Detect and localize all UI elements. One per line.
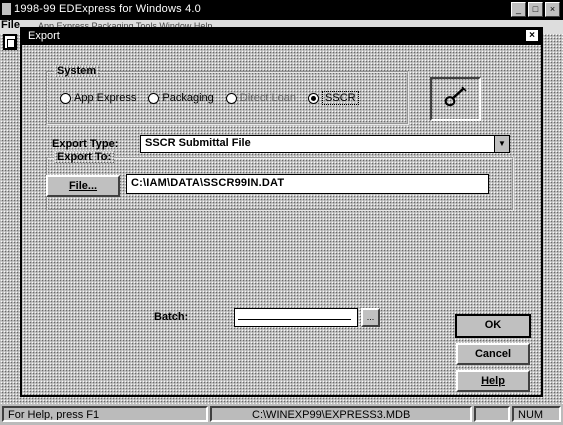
status-db-path: C:\WINEXP99\EXPRESS3.MDB xyxy=(210,406,472,422)
batch-underline xyxy=(238,319,351,320)
export-path-value: C:\IAM\DATA\SSCR99IN.DAT xyxy=(131,177,285,189)
cancel-button[interactable]: Cancel xyxy=(456,343,530,365)
export-type-label: Export Type: xyxy=(52,138,119,150)
logo-box xyxy=(430,77,481,121)
export-path-field[interactable]: C:\IAM\DATA\SSCR99IN.DAT xyxy=(126,174,489,194)
export-type-select[interactable]: SSCR Submittal File ▼ xyxy=(140,135,510,153)
radio-packaging[interactable]: Packaging xyxy=(148,91,214,105)
help-button[interactable]: Help xyxy=(456,370,530,392)
menu-file[interactable]: File xyxy=(1,19,20,31)
radio-label: SSCR xyxy=(322,91,359,105)
system-radio-group: App Express Packaging Direct Loan SSCR xyxy=(60,91,359,105)
file-button-label: File... xyxy=(68,180,98,192)
app-title: 1998-99 EDExpress for Windows 4.0 xyxy=(14,3,201,15)
file-button[interactable]: File... xyxy=(46,175,120,197)
close-icon[interactable]: × xyxy=(526,30,538,41)
radio-button-selected[interactable] xyxy=(308,92,320,104)
chevron-down-icon[interactable]: ▼ xyxy=(494,136,509,152)
statusbar: For Help, press F1 C:\WINEXP99\EXPRESS3.… xyxy=(0,404,563,425)
batch-browse-button[interactable]: ... xyxy=(361,308,380,327)
ssc-pen-icon xyxy=(444,86,467,107)
system-group: System App Express Packaging Direct Loan… xyxy=(46,65,409,125)
document-icon[interactable] xyxy=(3,34,17,50)
system-group-legend: System xyxy=(54,65,99,77)
radio-label: Packaging xyxy=(162,92,214,104)
status-help-text: For Help, press F1 xyxy=(2,406,208,422)
radio-sscr[interactable]: SSCR xyxy=(308,91,359,105)
app-titlebar[interactable]: 1998-99 EDExpress for Windows 4.0 _ □ × xyxy=(0,0,563,20)
radio-label: App Express xyxy=(74,92,137,104)
radio-button[interactable] xyxy=(60,92,71,104)
radio-button[interactable] xyxy=(225,92,237,104)
radio-button[interactable] xyxy=(148,92,160,104)
help-button-label: Help xyxy=(481,375,505,387)
export-dialog: Export × System App Express Packaging Di… xyxy=(20,27,543,397)
maximize-icon[interactable]: □ xyxy=(528,2,543,17)
caption-buttons: _ □ × xyxy=(511,2,560,17)
status-blank-pane xyxy=(474,406,510,422)
export-type-value: SSCR Submittal File xyxy=(145,137,251,149)
batch-label: Batch: xyxy=(154,311,189,323)
minimize-icon[interactable]: _ xyxy=(511,2,526,17)
app-window: 1998-99 EDExpress for Windows 4.0 _ □ × … xyxy=(0,0,563,425)
radio-app-express[interactable]: App Express xyxy=(60,91,136,105)
radio-label: Direct Loan xyxy=(239,92,297,104)
status-num-indicator: NUM xyxy=(512,406,561,422)
system-menu-icon[interactable] xyxy=(2,3,11,15)
export-to-legend: Export To: xyxy=(54,151,114,163)
close-icon[interactable]: × xyxy=(545,2,560,17)
radio-direct-loan[interactable]: Direct Loan xyxy=(225,91,297,105)
dialog-title: Export xyxy=(28,30,60,42)
ok-button[interactable]: OK xyxy=(455,314,531,338)
dialog-titlebar[interactable]: Export × xyxy=(22,29,541,45)
batch-input[interactable] xyxy=(234,308,358,327)
